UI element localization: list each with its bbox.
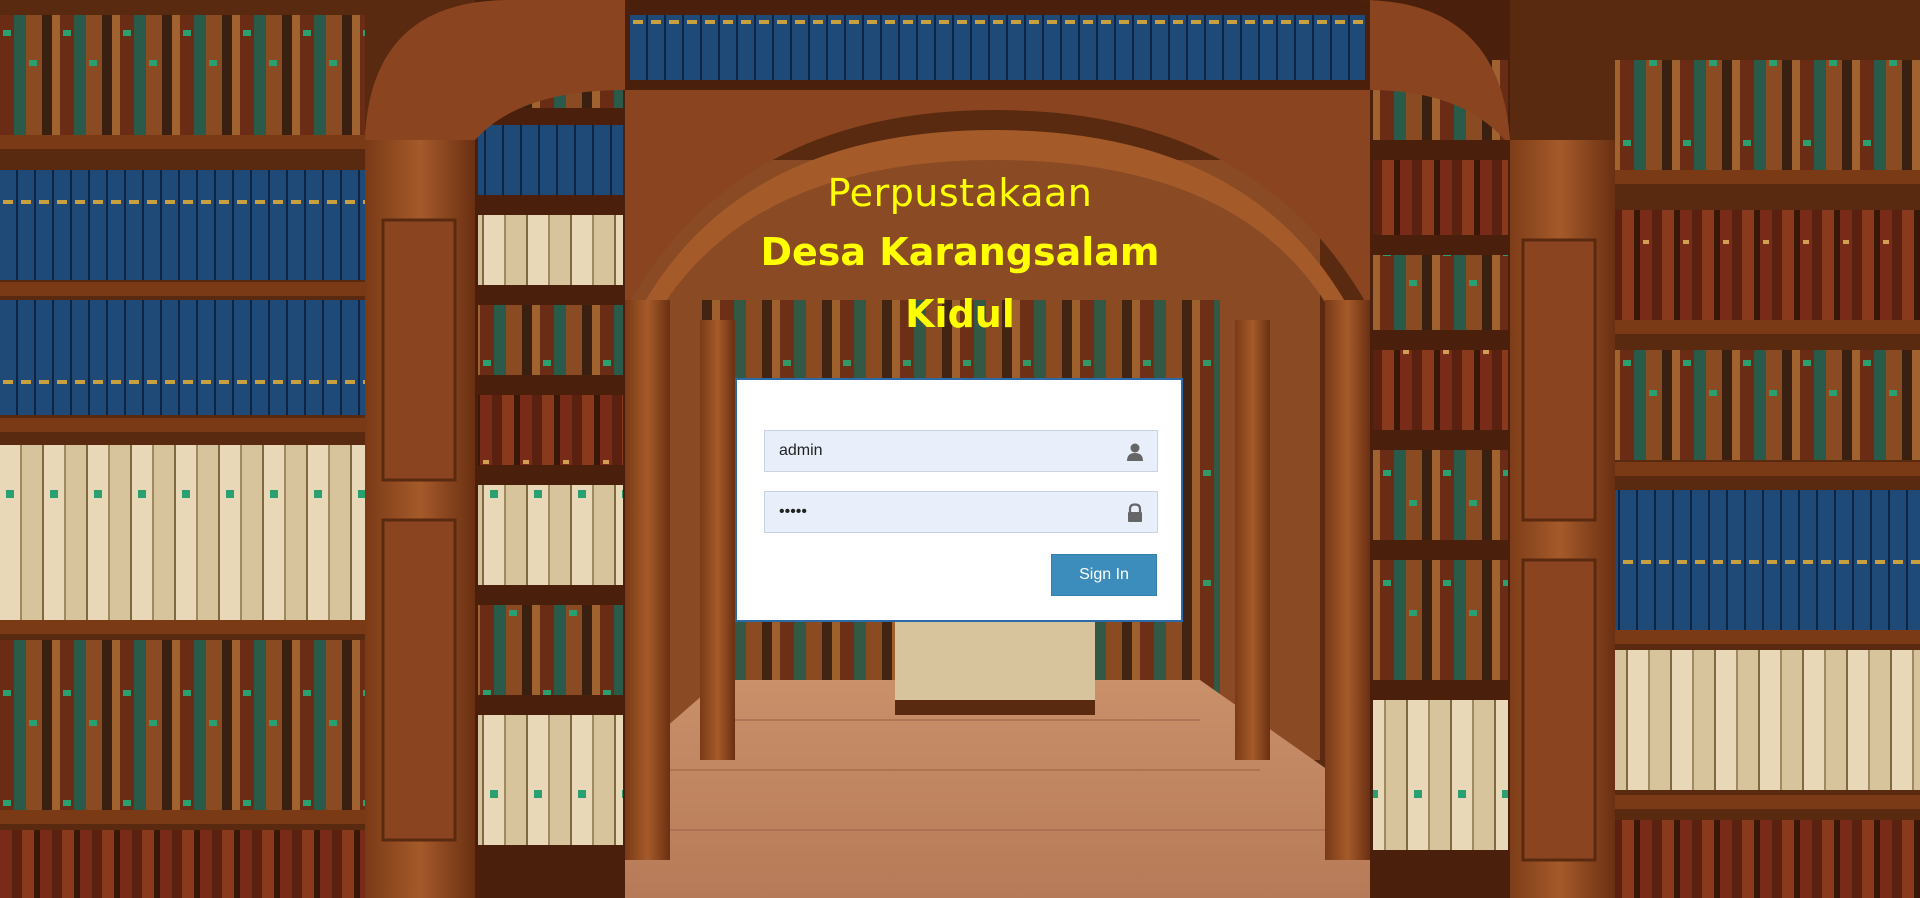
title-line-perpustakaan: Perpustakaan <box>827 171 1093 215</box>
sign-in-button[interactable]: Sign In <box>1051 554 1157 596</box>
password-field[interactable] <box>764 491 1158 533</box>
library-title: Perpustakaan Desa Karangsalam Kidul <box>660 165 1260 345</box>
title-line-desa: Desa Karangsalam <box>760 230 1160 274</box>
title-line-kidul: Kidul <box>905 292 1015 336</box>
lock-icon <box>1128 503 1142 522</box>
username-field[interactable] <box>764 430 1158 472</box>
user-icon <box>1127 443 1143 461</box>
username-input[interactable] <box>765 431 1105 471</box>
password-input[interactable] <box>765 492 1105 532</box>
login-form: Sign In <box>735 378 1183 622</box>
